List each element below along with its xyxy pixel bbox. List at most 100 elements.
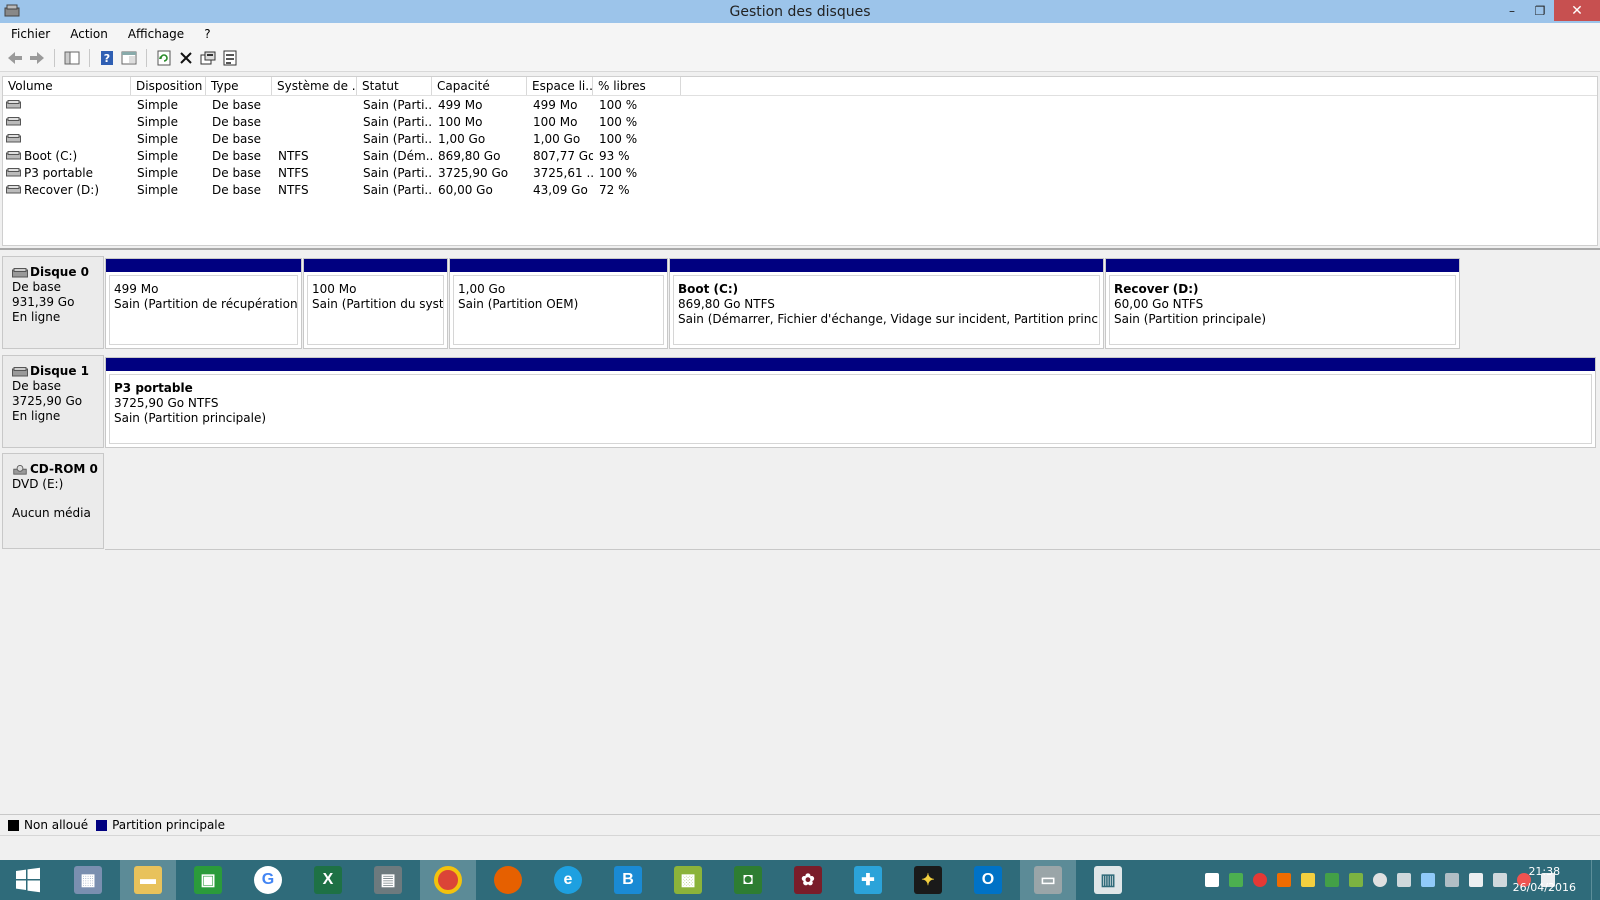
cdrom-0-state: Aucun média [12,506,91,520]
flag-icon[interactable] [1469,873,1483,887]
disk-0-size: 931,39 Go [12,295,75,309]
partition-boot-c[interactable]: Boot (C:) 869,80 Go NTFS Sain (Démarrer,… [669,258,1104,349]
taskbar-calculator[interactable]: ▦ [60,860,116,900]
row-disposition: Simple [137,165,178,180]
back-button[interactable] [4,47,26,69]
column-header-filesystem[interactable]: Système de ... [272,77,357,95]
taskbar-outlook[interactable]: O [960,860,1016,900]
tray-app-icon[interactable] [1277,873,1291,887]
column-header-statut[interactable]: Statut [357,77,432,95]
row-type: De base [212,114,262,129]
column-header-capacite[interactable]: Capacité [432,77,527,95]
partition-status: Sain (Partition du systèm [312,297,444,311]
partition-bar [106,358,1595,371]
taskbar-clock[interactable]: 21:38 26/04/2016 [1513,864,1576,896]
properties-button[interactable] [197,47,219,69]
disk-1-state: En ligne [12,409,61,423]
disk-0-label[interactable]: Disque 0 De base 931,39 Go En ligne [2,256,104,349]
back-icon [8,51,22,64]
tray-security-icon[interactable] [1325,873,1339,887]
tray-device-icon[interactable] [1493,873,1507,887]
partition-recover-d[interactable]: Recover (D:) 60,00 Go NTFS Sain (Partiti… [1105,258,1460,349]
partition-status: Sain (Partition de récupération) [114,297,298,311]
forward-button[interactable] [26,47,48,69]
volume-icon[interactable] [1397,873,1411,887]
volume-row[interactable]: Simple De base Sain (Parti... 499 Mo 499 Mo 1… [3,96,1597,113]
partition-system[interactable]: 100 Mo Sain (Partition du systèm [303,258,448,349]
taskbar-puzzle-app[interactable]: ✚ [840,860,896,900]
volume-row[interactable]: Recover (D:) Simple De base NTFS Sain (Parti… [3,181,1597,198]
taskbar-star-app[interactable]: ✦ [900,860,956,900]
taskbar-game-app-2[interactable]: ◘ [720,860,776,900]
export-list-button[interactable] [219,47,241,69]
menu-fichier[interactable]: Fichier [6,27,55,41]
row-volume [3,134,131,143]
close-button[interactable]: ✕ [1554,0,1600,21]
disk-0-name: Disque 0 [30,265,90,279]
column-header-volume[interactable]: Volume [3,77,131,95]
game-app-icon: ▩ [674,866,702,894]
delete-button[interactable] [175,47,197,69]
minimize-button[interactable]: – [1498,0,1526,21]
column-header-type[interactable]: Type [206,77,272,95]
start-button[interactable] [0,860,56,900]
row-capacite: 60,00 Go [438,182,493,197]
disk-icon [12,366,28,376]
legend: Non alloué Partition principale [0,814,1600,835]
taskbar-slides-app[interactable]: ▥ [1080,860,1136,900]
partition-p3-portable[interactable]: P3 portable 3725,90 Go NTFS Sain (Partit… [105,357,1596,448]
tray-battery-icon[interactable] [1349,873,1363,887]
disk-1-label[interactable]: Disque 1 De base 3725,90 Go En ligne [2,355,104,448]
menu-help[interactable]: ? [199,27,215,41]
row-volume [3,100,131,109]
volume-row[interactable]: P3 portable Simple De base NTFS Sain (Parti.… [3,164,1597,181]
partition-bar [670,259,1103,272]
taskbar-app-grid[interactable]: ▤ [360,860,416,900]
partition-info: P3 portable 3725,90 Go NTFS Sain (Partit… [109,374,1592,444]
toolbar-separator [146,48,147,67]
taskbar-excel[interactable]: X [300,860,356,900]
cdrom-0-area[interactable] [105,453,1600,550]
tray-display-icon[interactable] [1445,873,1459,887]
volume-row[interactable]: Boot (C:) Simple De base NTFS Sain (Dém... 86… [3,147,1597,164]
help-button[interactable]: ? [96,47,118,69]
console-tree-button[interactable] [61,47,83,69]
volume-row[interactable]: Simple De base Sain (Parti... 1,00 Go 1,00 G… [3,130,1597,147]
column-header-disposition[interactable]: Disposition [131,77,206,95]
tray-antivirus-icon[interactable] [1253,873,1267,887]
row-statut: Sain (Parti... [363,114,432,129]
taskbar-disk-management[interactable]: ▭ [1020,860,1076,900]
partition-status: Sain (Démarrer, Fichier d'échange, Vidag… [678,312,1100,326]
disk-graphical-view: Disque 0 De base 931,39 Go En ligne 499 … [0,248,1600,816]
partition-recovery[interactable]: 499 Mo Sain (Partition de récupération) [105,258,302,349]
taskbar-chrome[interactable] [420,860,476,900]
row-filesystem: NTFS [278,182,309,197]
taskbar-store[interactable]: ▣ [180,860,236,900]
taskbar-file-explorer[interactable]: ▬ [120,860,176,900]
refresh-button[interactable] [153,47,175,69]
taskbar-google[interactable]: G [240,860,296,900]
tray-windows-icon[interactable] [1205,873,1219,887]
cdrom-0-label[interactable]: CD-ROM 0 DVD (E:) Aucun média [2,453,104,549]
tray-app-icon[interactable] [1229,873,1243,887]
taskbar-firefox[interactable] [480,860,536,900]
view-button[interactable] [118,47,140,69]
tray-app-icon[interactable] [1421,873,1435,887]
window-title: Gestion des disques [729,3,871,20]
column-header-pourcentage-libre[interactable]: % libres [593,77,681,95]
tray-app-icon[interactable] [1301,873,1315,887]
menu-action[interactable]: Action [65,27,113,41]
taskbar-b-app[interactable]: B [600,860,656,900]
menu-affichage[interactable]: Affichage [123,27,189,41]
volume-row[interactable]: Simple De base Sain (Parti... 100 Mo 100 Mo 1… [3,113,1597,130]
taskbar-red-app[interactable]: ✿ [780,860,836,900]
cloud-icon[interactable] [1373,873,1387,887]
disk-0-title: Disque 0 [12,265,103,280]
restore-button[interactable]: ❐ [1526,0,1554,21]
toolbar: ? [0,44,1600,72]
show-desktop-button[interactable] [1591,860,1600,900]
taskbar-game-app[interactable]: ▩ [660,860,716,900]
partition-oem[interactable]: 1,00 Go Sain (Partition OEM) [449,258,668,349]
taskbar-internet-explorer[interactable]: e [540,860,596,900]
column-header-espace-libre[interactable]: Espace li... [527,77,593,95]
